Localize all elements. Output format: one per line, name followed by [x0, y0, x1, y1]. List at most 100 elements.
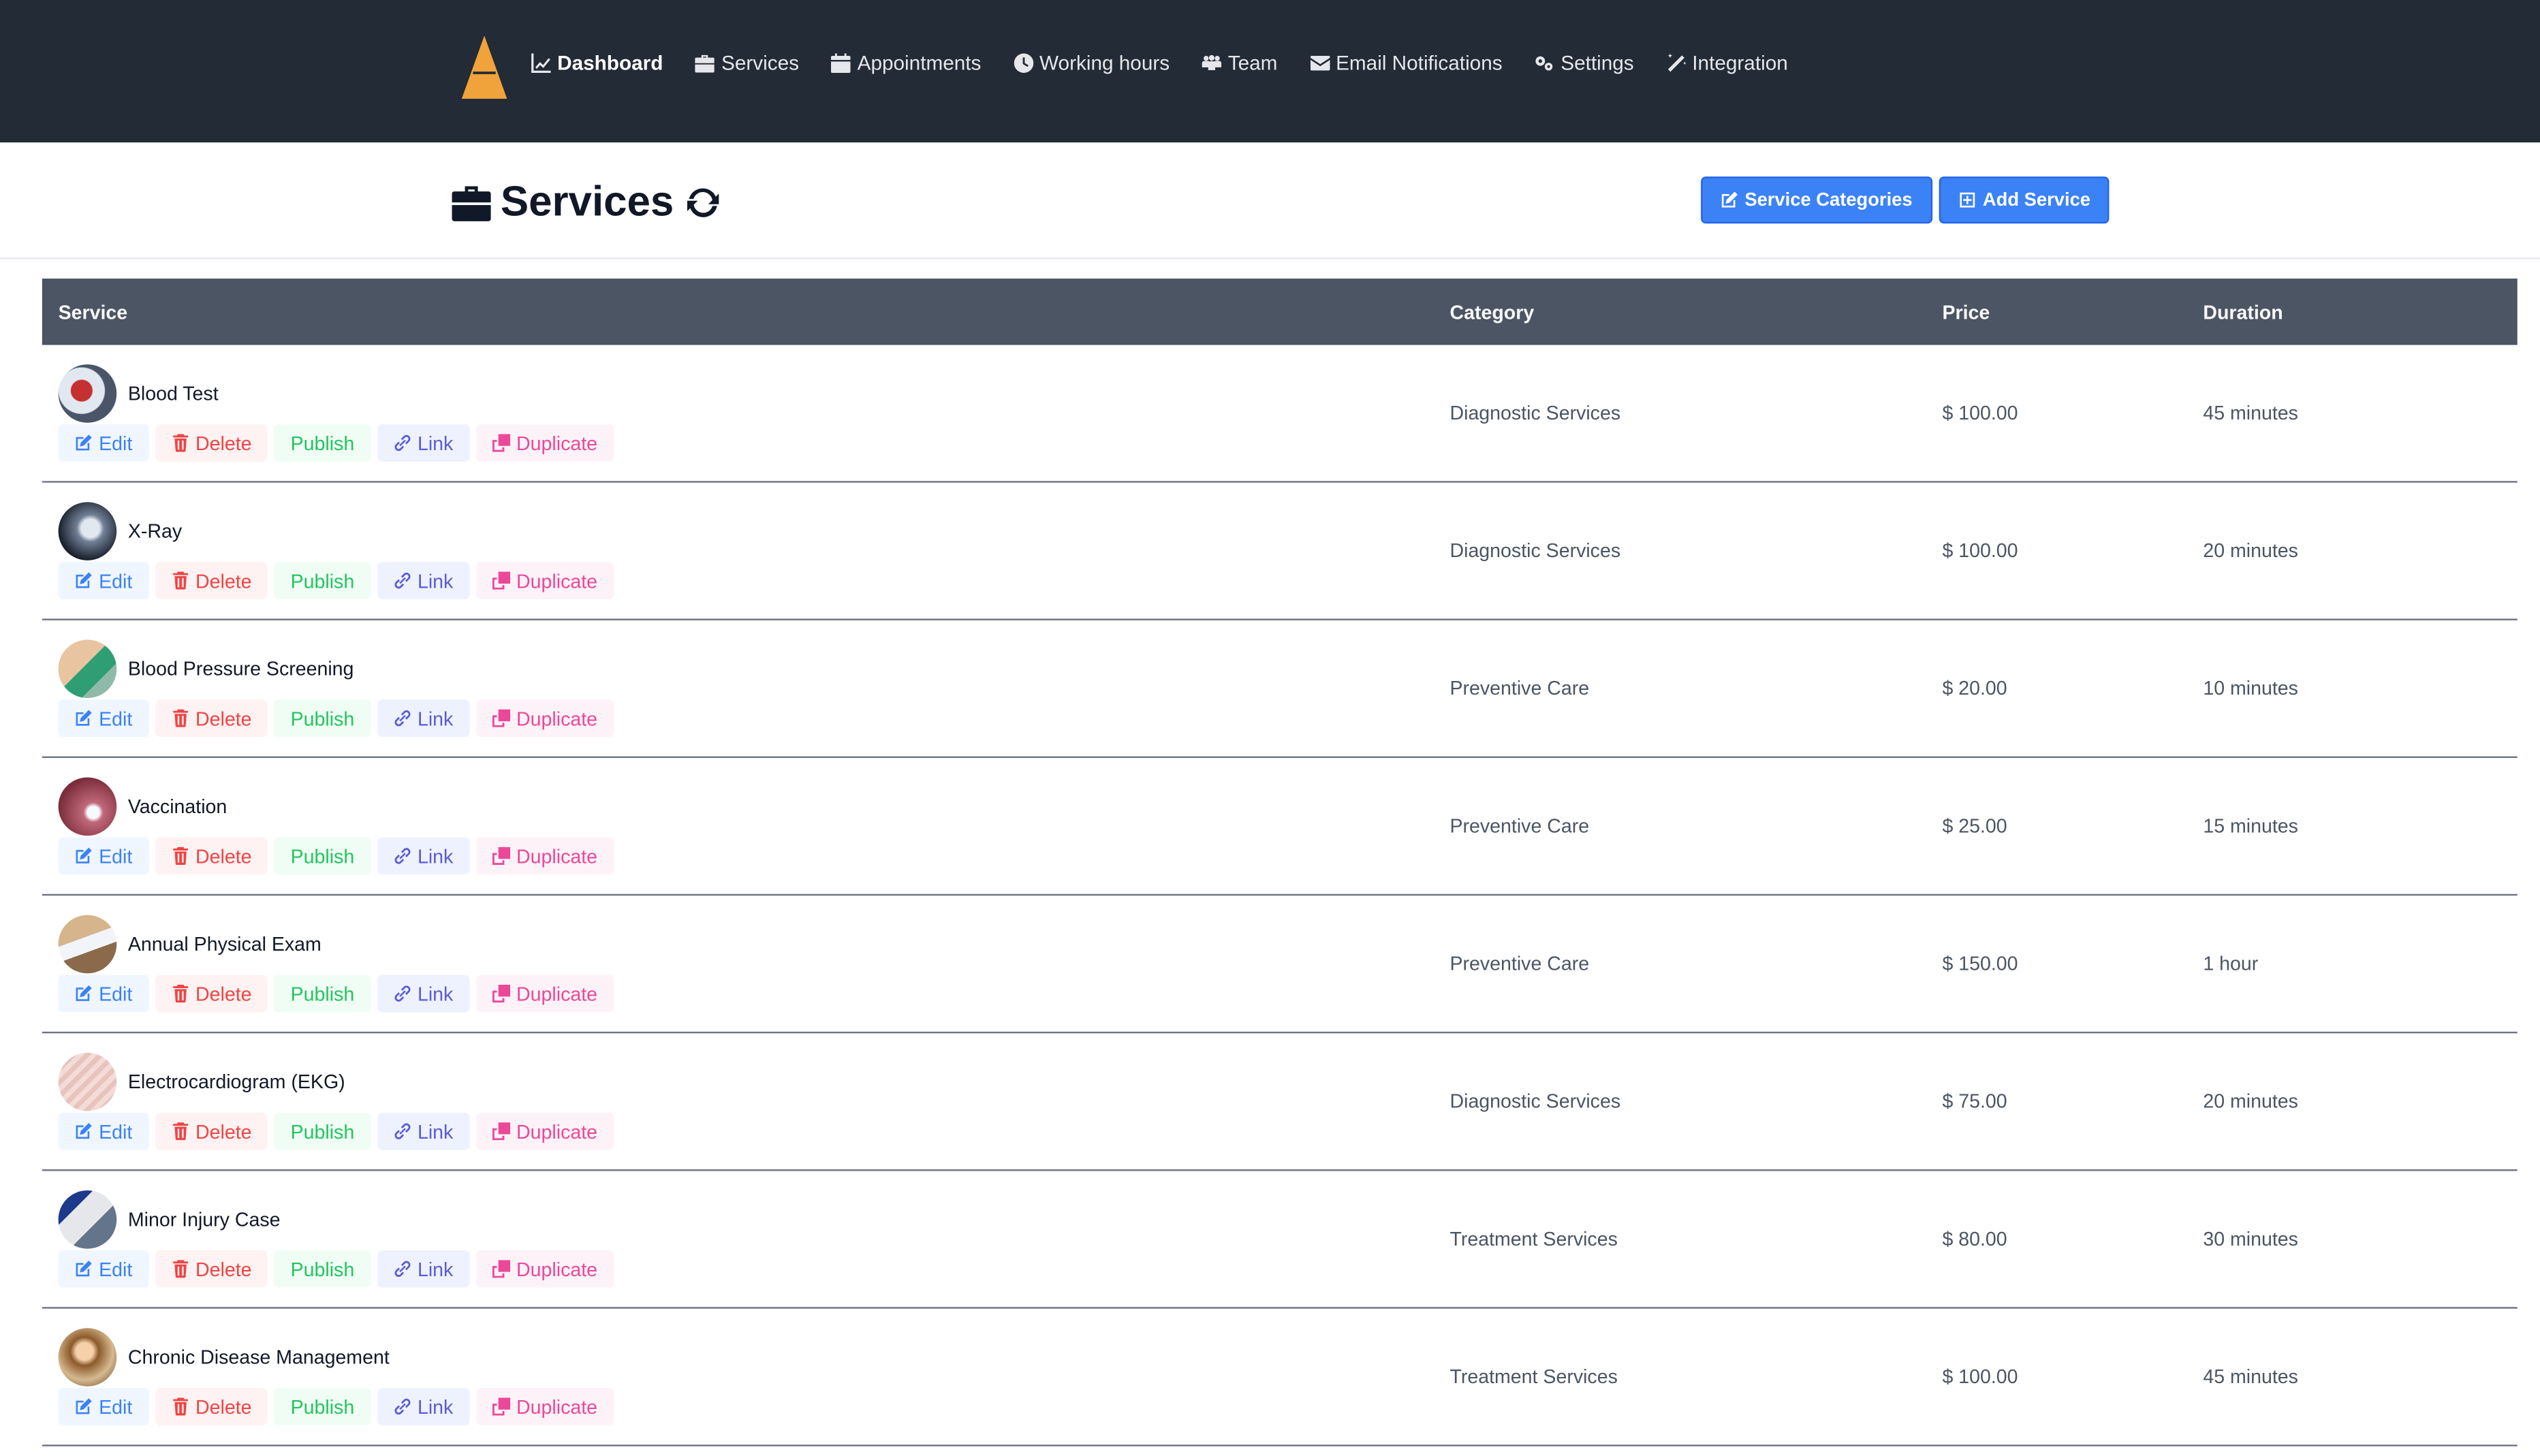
publish-label: Publish — [290, 1257, 355, 1280]
refresh-icon[interactable] — [682, 180, 724, 223]
edit-button[interactable]: Edit — [58, 699, 149, 738]
link-button[interactable]: Link — [377, 1112, 470, 1150]
delete-button[interactable]: Delete — [155, 1112, 268, 1150]
copy-icon — [492, 1260, 510, 1278]
duplicate-button[interactable]: Duplicate — [475, 562, 614, 599]
delete-button[interactable]: Delete — [155, 424, 268, 462]
edit-icon — [76, 1122, 92, 1139]
header-service[interactable]: Service — [42, 300, 1450, 323]
edit-button[interactable]: Edit — [58, 424, 149, 462]
link-button[interactable]: Link — [377, 1388, 470, 1425]
nav-item-team[interactable]: Team — [1202, 52, 1277, 74]
link-label: Link — [417, 569, 454, 592]
duration-cell: 1 hour — [2203, 952, 2259, 975]
trash-icon — [172, 846, 188, 865]
nav-item-working-hours[interactable]: Working hours — [1013, 52, 1170, 74]
edit-button[interactable]: Edit — [58, 975, 149, 1013]
edit-button[interactable]: Edit — [58, 1112, 149, 1150]
delete-button[interactable]: Delete — [155, 837, 268, 875]
table-row: X-Ray Edit Delete Publish Link Duplicate… — [42, 483, 2518, 620]
service-name[interactable]: X-Ray — [128, 520, 182, 542]
row-actions: Edit Delete Publish Link Duplicate — [58, 1388, 1450, 1425]
duplicate-button[interactable]: Duplicate — [475, 837, 614, 875]
link-button[interactable]: Link — [377, 699, 470, 738]
publish-button[interactable]: Publish — [274, 975, 371, 1013]
category-cell: Diagnostic Services — [1449, 539, 1621, 563]
duplicate-button[interactable]: Duplicate — [475, 424, 614, 462]
delete-button[interactable]: Delete — [155, 975, 268, 1013]
nav-item-email-notifications[interactable]: Email Notifications — [1310, 52, 1503, 74]
edit-button[interactable]: Edit — [58, 1250, 149, 1288]
delete-button[interactable]: Delete — [155, 699, 268, 738]
header-duration[interactable]: Duration — [2203, 300, 2517, 323]
trash-icon — [172, 434, 188, 452]
delete-button[interactable]: Delete — [155, 562, 268, 599]
table-row: Minor Injury Case Edit Delete Publish Li… — [42, 1171, 2518, 1309]
delete-button[interactable]: Delete — [155, 1250, 268, 1288]
link-button[interactable]: Link — [377, 975, 470, 1013]
service-cell: Minor Injury Case Edit Delete Publish Li… — [42, 1190, 1450, 1288]
link-icon — [394, 1398, 410, 1415]
page-title: Services — [450, 176, 724, 227]
delete-label: Delete — [195, 569, 252, 592]
duplicate-button[interactable]: Duplicate — [475, 975, 614, 1013]
service-name[interactable]: Blood Pressure Screening — [128, 658, 354, 680]
briefcase-icon — [452, 185, 491, 221]
header-price[interactable]: Price — [1942, 300, 2203, 323]
service-name[interactable]: Electrocardiogram (EKG) — [128, 1071, 345, 1093]
service-categories-button[interactable]: Service Categories — [1701, 176, 1932, 224]
row-actions: Edit Delete Publish Link Duplicate — [58, 975, 1450, 1013]
publish-button[interactable]: Publish — [274, 837, 371, 875]
add-service-button[interactable]: Add Service — [1939, 176, 2110, 224]
service-name[interactable]: Chronic Disease Management — [128, 1346, 390, 1368]
edit-button[interactable]: Edit — [58, 562, 149, 599]
publish-button[interactable]: Publish — [274, 1250, 371, 1288]
link-icon — [394, 710, 410, 727]
publish-button[interactable]: Publish — [274, 1112, 371, 1150]
edit-icon — [76, 572, 92, 588]
nav-item-appointments[interactable]: Appointments — [831, 52, 981, 74]
nav-item-services[interactable]: Services — [695, 52, 799, 74]
service-name[interactable]: Vaccination — [128, 795, 227, 818]
service-categories-label: Service Categories — [1744, 190, 1913, 210]
delete-button[interactable]: Delete — [155, 1388, 268, 1425]
edit-icon — [76, 434, 92, 451]
briefcase-icon — [695, 54, 715, 73]
row-actions: Edit Delete Publish Link Duplicate — [58, 562, 1450, 599]
publish-label: Publish — [290, 1395, 355, 1419]
service-name[interactable]: Blood Test — [128, 382, 219, 405]
publish-button[interactable]: Publish — [274, 562, 371, 599]
duplicate-button[interactable]: Duplicate — [475, 1112, 614, 1150]
nav-item-dashboard[interactable]: Dashboard — [531, 52, 663, 74]
delete-label: Delete — [195, 982, 252, 1005]
edit-button[interactable]: Edit — [58, 1388, 149, 1425]
duplicate-button[interactable]: Duplicate — [475, 1388, 614, 1425]
edit-icon — [76, 985, 92, 1001]
nav-item-integration[interactable]: Integration — [1666, 52, 1788, 74]
duration-cell: 10 minutes — [2203, 677, 2298, 700]
app-logo-icon[interactable] — [461, 35, 507, 99]
service-name[interactable]: Annual Physical Exam — [128, 933, 322, 955]
publish-button[interactable]: Publish — [274, 699, 371, 738]
duplicate-button[interactable]: Duplicate — [475, 1250, 614, 1288]
service-cell: X-Ray Edit Delete Publish Link Duplicate — [42, 502, 1450, 599]
publish-button[interactable]: Publish — [274, 1388, 371, 1425]
duplicate-button[interactable]: Duplicate — [475, 699, 614, 738]
header-category[interactable]: Category — [1449, 300, 1942, 323]
price-cell: $ 100.00 — [1942, 539, 2018, 563]
edit-button[interactable]: Edit — [58, 837, 149, 875]
link-button[interactable]: Link — [377, 837, 470, 875]
edit-label: Edit — [99, 1257, 133, 1280]
link-button[interactable]: Link — [377, 562, 470, 599]
link-label: Link — [417, 1120, 454, 1143]
publish-button[interactable]: Publish — [274, 424, 371, 462]
service-thumbnail — [58, 1190, 117, 1249]
edit-label: Edit — [99, 707, 133, 730]
nav-item-settings[interactable]: Settings — [1535, 52, 1634, 74]
delete-label: Delete — [195, 1120, 252, 1143]
link-button[interactable]: Link — [377, 424, 470, 462]
link-button[interactable]: Link — [377, 1250, 470, 1288]
link-label: Link — [417, 1257, 454, 1280]
price-cell: $ 100.00 — [1942, 401, 2018, 425]
service-name[interactable]: Minor Injury Case — [128, 1208, 281, 1231]
